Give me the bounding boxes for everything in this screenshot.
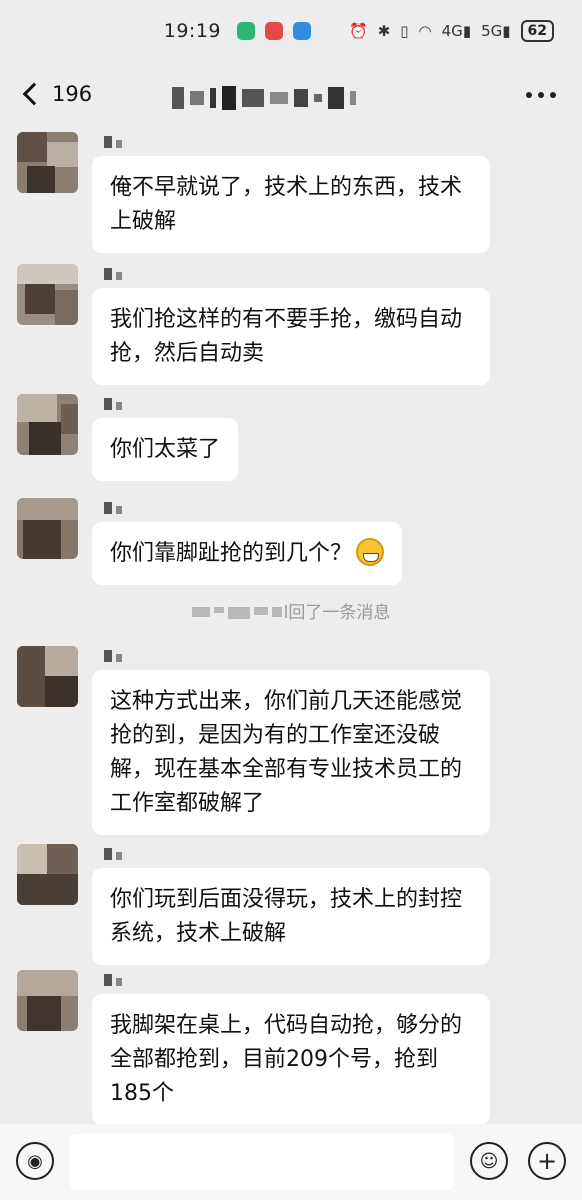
bluetooth-icon: ✱ [377, 22, 391, 40]
avatar[interactable] [17, 646, 78, 707]
app-icon-red [265, 22, 284, 40]
message-bubble[interactable]: 我们抢这样的有不要手抢，缴码自动抢，然后自动卖 [92, 288, 490, 385]
more-dots-icon[interactable] [526, 92, 556, 98]
voice-icon[interactable]: ◉ [16, 1142, 54, 1180]
alarm-icon: ⏰ [349, 22, 368, 40]
unread-count: 196 [52, 82, 93, 106]
recall-notice: l回了一条消息 [0, 598, 582, 623]
app-icon-green [237, 22, 256, 40]
sender-name-obscured [104, 136, 122, 148]
avatar[interactable] [17, 132, 78, 193]
signal-5g-icon: 5G▮ [481, 22, 511, 40]
chat-header: 196 [0, 62, 582, 132]
sender-name-obscured [104, 398, 122, 410]
grinning-face-icon [356, 538, 385, 566]
sender-name-obscured [104, 848, 122, 860]
recaller-name-obscured [191, 607, 282, 619]
wifi-icon: ◠ [418, 22, 432, 40]
message-input[interactable] [70, 1134, 454, 1190]
sender-name-obscured [104, 502, 122, 514]
avatar[interactable] [17, 970, 78, 1031]
status-bar: 19:19 ⏰ ✱ ▯ ◠ 4G▮ 5G▮ 62 [0, 0, 582, 62]
plus-icon[interactable]: + [528, 1142, 566, 1180]
status-time: 19:19 [163, 20, 222, 42]
input-bar: ◉ ☺ + [0, 1124, 582, 1200]
sender-name-obscured [104, 974, 122, 986]
avatar[interactable] [17, 498, 78, 559]
emoji-icon[interactable]: ☺ [470, 1142, 508, 1180]
sender-name-obscured [104, 268, 122, 280]
message-bubble[interactable]: 俺不早就说了，技术上的东西，技术上破解 [92, 156, 490, 253]
battery-indicator: 62 [520, 20, 554, 42]
message-bubble[interactable]: 你们靠脚趾抢的到几个？ [92, 522, 403, 585]
chat-title-obscured [172, 86, 356, 110]
avatar[interactable] [17, 844, 78, 905]
vibrate-icon: ▯ [400, 22, 409, 40]
signal-4g-icon: 4G▮ [441, 22, 472, 40]
app-icon-blue [293, 22, 312, 40]
avatar[interactable] [17, 264, 78, 325]
message-bubble[interactable]: 我脚架在桌上，代码自动抢，够分的全部都抢到，目前209个号，抢到185个 [92, 994, 490, 1125]
avatar[interactable] [17, 394, 78, 455]
chevron-left-icon [22, 82, 46, 106]
sender-name-obscured [104, 650, 122, 662]
back-button[interactable]: 196 [18, 82, 92, 106]
message-bubble[interactable]: 你们太菜了 [92, 418, 239, 481]
message-bubble[interactable]: 你们玩到后面没得玩，技术上的封控系统，技术上破解 [92, 868, 490, 965]
message-bubble[interactable]: 这种方式出来，你们前几天还能感觉抢的到，是因为有的工作室还没破解，现在基本全部有… [92, 670, 490, 835]
